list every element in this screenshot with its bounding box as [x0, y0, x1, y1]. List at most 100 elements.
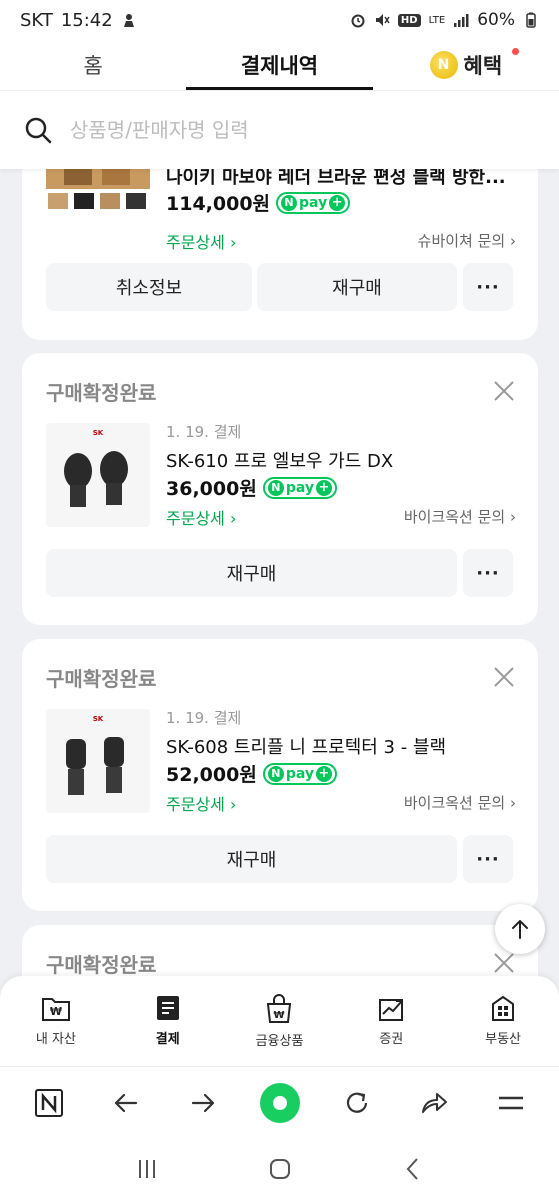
- refresh-button[interactable]: [335, 1081, 379, 1125]
- back-icon[interactable]: [400, 1156, 426, 1182]
- time-label: 15:42: [60, 9, 113, 31]
- order-detail-link[interactable]: 주문상세 ›: [166, 791, 236, 815]
- nav-payment-label: 결제: [155, 1032, 180, 1047]
- order-list: 나이키 마보야 레더 브라운 편성 블랙 방한... 114,000원 Npay…: [0, 169, 559, 977]
- cancel-info-label: 취소정보: [115, 278, 183, 299]
- nav-real-estate-label: 부동산: [485, 1032, 522, 1047]
- forward-button[interactable]: [181, 1081, 225, 1125]
- notification-icon: [123, 14, 134, 27]
- order-detail-link[interactable]: 주문상세 ›: [166, 229, 236, 253]
- receipt-icon: [156, 996, 179, 1020]
- tab-payment-history[interactable]: 결제내역: [186, 40, 373, 90]
- npay-label: pay: [285, 479, 314, 496]
- arrow-left-icon: [114, 1093, 137, 1112]
- battery-icon: [526, 12, 536, 28]
- order-detail-link[interactable]: 주문상세 ›: [166, 505, 236, 529]
- order-card: 구매확정완료 SK 1. 19. 결제 SK-608 트리플 니 프로텍터 3 …: [22, 639, 538, 911]
- product-name[interactable]: SK-610 프로 엘보우 가드 DX: [166, 447, 393, 473]
- home-icon[interactable]: [267, 1156, 293, 1182]
- n-coin-icon: N: [429, 51, 458, 79]
- hamburger-icon: [498, 1096, 523, 1109]
- nav-stocks-label: 증권: [379, 1032, 404, 1047]
- search-input[interactable]: [70, 118, 490, 142]
- arrow-right-icon: [191, 1093, 214, 1112]
- nav-stocks[interactable]: 증권: [335, 976, 447, 1066]
- more-options-button[interactable]: ···: [463, 263, 513, 311]
- tab-home-label: 홈: [83, 54, 103, 78]
- mute-icon: [375, 14, 390, 26]
- repurchase-button[interactable]: 재구매: [46, 835, 457, 883]
- npay-label: pay: [299, 194, 328, 211]
- menu-button[interactable]: [489, 1081, 533, 1125]
- repurchase-label: 재구매: [226, 850, 277, 871]
- order-status: 구매확정완료: [46, 667, 157, 691]
- price-label: 52,000원: [166, 764, 257, 786]
- search-icon[interactable]: [24, 116, 52, 144]
- scroll-to-top-button[interactable]: [495, 904, 545, 954]
- green-dot-button[interactable]: [258, 1081, 302, 1125]
- price-label: 36,000원: [166, 478, 257, 500]
- more-options-button[interactable]: ···: [463, 549, 513, 597]
- nav-financial-products[interactable]: ₩ 금융상품: [224, 976, 336, 1066]
- wallet-folder-icon: ₩: [41, 998, 70, 1021]
- tab-home[interactable]: 홈: [0, 40, 186, 90]
- repurchase-button[interactable]: 재구매: [46, 549, 457, 597]
- close-icon[interactable]: [492, 951, 516, 975]
- seller-inquiry-link[interactable]: 바이크옥션 문의 ›: [404, 792, 516, 813]
- status-bar: SKT 15:42 HD LTE 60%: [0, 0, 559, 40]
- order-status: 구매확정완료: [46, 953, 157, 977]
- order-card: 구매확정완료: [22, 925, 538, 977]
- close-icon[interactable]: [492, 665, 516, 689]
- product-image: SK: [46, 709, 150, 813]
- close-icon[interactable]: [492, 379, 516, 403]
- npay-badge: Npay +: [262, 476, 337, 499]
- cancel-info-button[interactable]: 취소정보: [46, 263, 252, 311]
- product-name[interactable]: SK-608 트리플 니 프로텍터 3 - 블랙: [166, 733, 446, 759]
- naver-n-icon: [34, 1088, 63, 1117]
- product-thumbnail[interactable]: SK: [46, 423, 150, 527]
- tab-payment-history-label: 결제내역: [240, 54, 319, 78]
- npay-badge: Npay +: [276, 191, 351, 214]
- product-name[interactable]: 나이키 마보야 레더 브라운 편성 블랙 방한...: [166, 169, 506, 189]
- order-card: 나이키 마보야 레더 브라운 편성 블랙 방한... 114,000원 Npay…: [22, 169, 538, 340]
- svg-text:SK: SK: [93, 429, 104, 437]
- top-tabs: 홈 결제내역 N 혜택: [0, 40, 559, 90]
- refresh-icon: [346, 1092, 367, 1113]
- repurchase-button[interactable]: 재구매: [257, 263, 457, 311]
- product-thumbnail[interactable]: [46, 169, 150, 213]
- npay-label: pay: [285, 765, 314, 782]
- battery-label: 60%: [477, 10, 515, 30]
- signal-icon: [454, 14, 469, 27]
- product-image: SK: [46, 423, 150, 527]
- naver-home-button[interactable]: [27, 1081, 71, 1125]
- tab-benefits-label: 혜택: [463, 54, 503, 78]
- repurchase-label: 재구매: [226, 564, 277, 585]
- seller-inquiry-label: 바이크옥션 문의: [403, 794, 506, 812]
- back-button[interactable]: [104, 1081, 148, 1125]
- order-card: 구매확정완료 SK 1. 19. 결제 SK-610 프로 엘보우 가드 DX …: [22, 353, 538, 625]
- green-dot-icon: [259, 1082, 300, 1123]
- repurchase-label: 재구매: [332, 278, 382, 299]
- system-nav-bar: [0, 1138, 559, 1200]
- tab-benefits[interactable]: N 혜택: [373, 40, 559, 90]
- stock-chart-icon: [379, 999, 404, 1021]
- more-options-button[interactable]: ···: [463, 835, 513, 883]
- new-badge-dot: [511, 48, 519, 55]
- payment-date: 1. 19. 결제: [166, 423, 242, 441]
- alarm-icon: [351, 14, 365, 28]
- shopping-bag-icon: ₩: [267, 994, 292, 1023]
- product-thumbnail[interactable]: SK: [46, 709, 150, 813]
- recent-apps-icon[interactable]: [134, 1156, 160, 1182]
- product-image: [46, 169, 150, 209]
- price-row: 114,000원 Npay +: [166, 189, 351, 216]
- carrier-label: SKT: [20, 9, 53, 31]
- share-button[interactable]: [412, 1081, 456, 1125]
- share-arrow-icon: [421, 1092, 447, 1113]
- svg-text:SK: SK: [93, 715, 104, 723]
- nav-my-assets[interactable]: ₩ 내 자산: [0, 976, 112, 1066]
- seller-inquiry-link[interactable]: 바이크옥션 문의 ›: [404, 506, 516, 527]
- seller-inquiry-link[interactable]: 슈바이쳐 문의 ›: [418, 230, 516, 251]
- nav-real-estate[interactable]: 부동산: [447, 976, 559, 1066]
- nav-payment[interactable]: 결제: [112, 976, 224, 1066]
- browser-toolbar: [0, 1066, 559, 1138]
